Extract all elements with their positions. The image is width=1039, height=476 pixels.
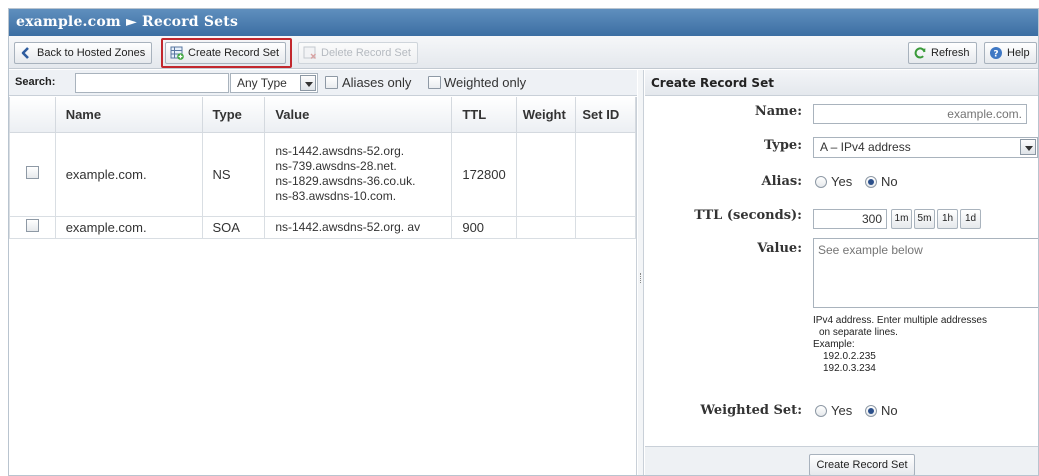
table-row[interactable]: example.com. SOA ns-1442.awsdns-52.org. … [9, 215, 636, 239]
weighted-no-radio[interactable] [865, 405, 877, 417]
panel-splitter[interactable] [638, 70, 644, 475]
type-label: Type: [764, 138, 802, 153]
ttl-preset-1d-button[interactable]: 1d [960, 209, 981, 229]
search-input[interactable] [75, 73, 229, 93]
name-label: Name: [754, 104, 802, 119]
refresh-icon [913, 46, 927, 60]
ttl-input[interactable] [813, 209, 887, 229]
row-name: example.com. [54, 131, 203, 217]
record-type-value: A – IPv4 address [820, 140, 911, 154]
weighted-only-checkbox[interactable] [428, 76, 441, 89]
record-sets-table: Name Type Value TTL Weight Set ID exampl… [9, 97, 637, 475]
table-header-row: Name Type Value TTL Weight Set ID [9, 97, 636, 133]
alias-label: Alias: [761, 174, 802, 189]
alias-no-label: No [881, 174, 898, 189]
row-value: ns-1442.awsdns-52.org. av [264, 215, 453, 239]
row-weight [515, 131, 577, 217]
submit-create-record-set-button[interactable]: Create Record Set [809, 454, 915, 475]
row-type: SOA [201, 215, 266, 239]
record-type-select[interactable]: A – IPv4 address [813, 137, 1038, 158]
row-checkbox[interactable] [25, 219, 39, 232]
select-column-header [9, 97, 56, 133]
column-header-value[interactable]: Value [264, 97, 453, 133]
column-header-weight[interactable]: Weight [515, 97, 577, 133]
help-button[interactable]: ? Help [984, 42, 1037, 64]
row-checkbox[interactable] [25, 166, 39, 179]
create-record-set-panel: Create Record Set Name: Type: A – IPv4 a… [645, 70, 1038, 475]
row-ttl: 172800 [451, 131, 517, 217]
row-ttl: 900 [451, 215, 517, 239]
column-header-set-id[interactable]: Set ID [575, 97, 636, 133]
row-select-cell [9, 215, 56, 239]
weighted-no-label: No [881, 403, 898, 418]
row-value-line: ns-739.awsdns-28.net. [275, 159, 397, 173]
help-line: 192.0.3.234 [823, 363, 876, 374]
help-button-label: Help [1007, 47, 1030, 59]
aliases-only-checkbox[interactable] [325, 76, 338, 89]
weighted-yes-label: Yes [831, 403, 853, 418]
row-type: NS [201, 131, 266, 217]
refresh-button[interactable]: Refresh [908, 42, 977, 64]
row-weight [515, 215, 577, 239]
delete-icon [303, 46, 317, 60]
help-line: IPv4 address. Enter multiple addresses [813, 315, 987, 326]
aliases-only-label: Aliases only [342, 75, 412, 90]
weighted-only-label: Weighted only [444, 75, 527, 90]
splitter-grip-icon [640, 273, 642, 283]
panel-footer: Create Record Set [645, 446, 1038, 475]
record-type-filter-select[interactable]: Any Type [230, 73, 318, 93]
row-value-line: ns-1442.awsdns-52.org. [275, 144, 405, 158]
back-button-label: Back to Hosted Zones [37, 47, 146, 59]
svg-text:?: ? [993, 50, 998, 60]
create-button-highlight [161, 38, 292, 68]
help-icon: ? [989, 46, 1003, 60]
record-type-filter-value: Any Type [237, 76, 287, 90]
panel-title: Create Record Set [645, 70, 1038, 96]
search-label: Search: [15, 76, 56, 88]
delete-record-set-button[interactable]: Delete Record Set [298, 42, 418, 64]
row-select-cell [9, 131, 56, 217]
toolbar: Back to Hosted Zones Create Record Set D… [9, 36, 1038, 69]
search-bar: Search: Any Type Aliases only Weighted o… [9, 70, 637, 96]
alias-yes-label: Yes [831, 174, 853, 189]
value-help-text: IPv4 address. Enter multiple addresses o… [813, 315, 987, 375]
ttl-label: TTL (seconds): [694, 208, 802, 223]
back-to-hosted-zones-button[interactable]: Back to Hosted Zones [14, 42, 153, 64]
help-line: 192.0.2.235 [823, 351, 876, 362]
page-title: example.com ► Record Sets [9, 9, 1038, 36]
weighted-yes-radio[interactable] [815, 405, 827, 417]
ttl-preset-1h-button[interactable]: 1h [937, 209, 958, 229]
help-line: on separate lines. [819, 327, 898, 338]
alias-no-radio[interactable] [865, 176, 877, 188]
name-input[interactable] [813, 104, 1027, 124]
refresh-button-label: Refresh [931, 47, 970, 59]
row-name: example.com. [54, 215, 203, 239]
delete-button-label: Delete Record Set [321, 47, 411, 59]
row-set-id [575, 131, 636, 217]
record-sets-window: example.com ► Record Sets Back to Hosted… [8, 8, 1039, 476]
column-header-ttl[interactable]: TTL [451, 97, 517, 133]
column-header-type[interactable]: Type [201, 97, 266, 133]
row-value-line: ns-1829.awsdns-36.co.uk. [275, 174, 416, 188]
value-label: Value: [757, 241, 802, 256]
chevron-down-icon [300, 75, 316, 91]
row-set-id [575, 215, 636, 239]
weighted-set-label: Weighted Set: [700, 403, 802, 418]
help-line: Example: [813, 339, 855, 350]
value-textarea[interactable] [813, 238, 1038, 308]
table-row[interactable]: example.com. NS ns-1442.awsdns-52.org. n… [9, 131, 636, 217]
chevron-left-icon [19, 46, 33, 60]
column-header-name[interactable]: Name [54, 97, 203, 133]
row-value: ns-1442.awsdns-52.org. ns-739.awsdns-28.… [264, 131, 453, 217]
alias-yes-radio[interactable] [815, 176, 827, 188]
row-value-line: ns-83.awsdns-10.com. [275, 189, 397, 203]
ttl-preset-1m-button[interactable]: 1m [891, 209, 912, 229]
record-table: Name Type Value TTL Weight Set ID exampl… [9, 97, 636, 239]
chevron-down-icon [1020, 139, 1036, 155]
ttl-preset-5m-button[interactable]: 5m [914, 209, 935, 229]
